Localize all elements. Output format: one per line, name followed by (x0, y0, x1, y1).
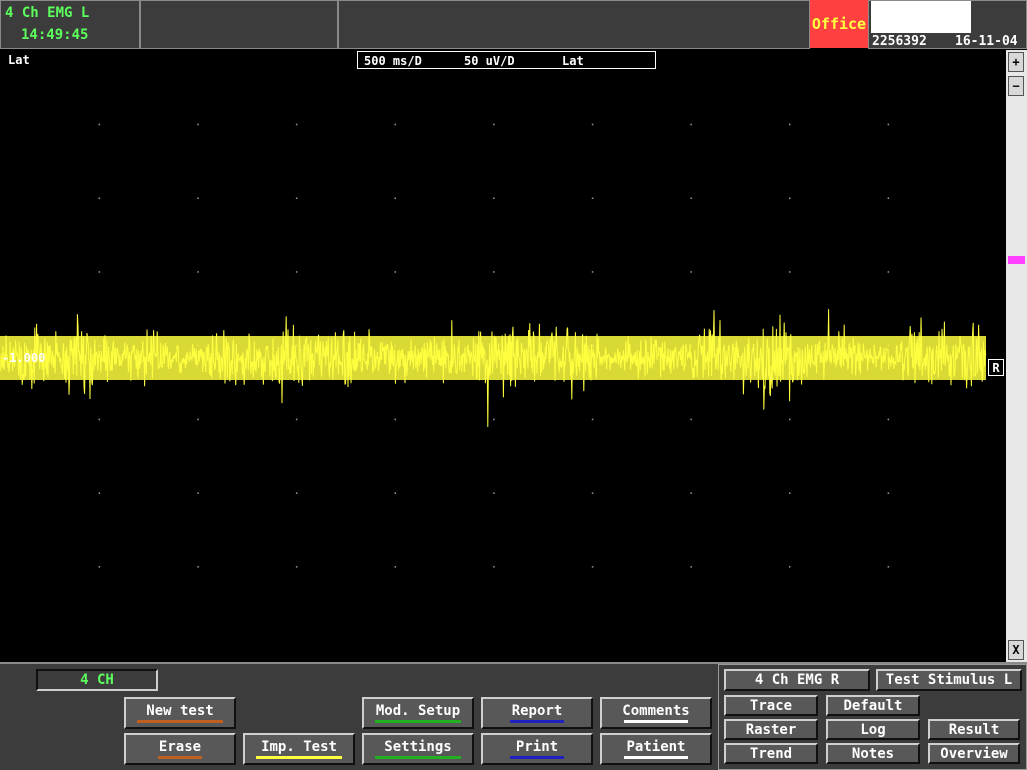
notes-label: Notes (851, 745, 895, 762)
raster-button[interactable]: Raster (724, 719, 818, 740)
reference-marker[interactable]: R (988, 359, 1004, 376)
trend-label: Trend (749, 745, 793, 762)
default-button[interactable]: Default (826, 695, 920, 716)
sweep-mode: Lat (562, 54, 584, 68)
patient-label: Patient (626, 739, 686, 755)
header-patient-cell: 2256392 16-11-04 (868, 0, 1027, 49)
new-test-button[interactable]: New test (124, 697, 236, 729)
new-test-underline (136, 720, 224, 723)
settings-label: Settings (384, 739, 452, 755)
trace-label: Trace (749, 697, 793, 714)
header-blank-cell-2 (338, 0, 810, 49)
result-label: Result (948, 721, 1000, 738)
mod-setup-underline (374, 720, 462, 723)
imp-test-underline (255, 756, 343, 759)
channel-selector[interactable]: 4 CH (36, 669, 158, 691)
erase-button[interactable]: Erase (124, 733, 236, 765)
sensitivity: 50 uV/D (464, 54, 515, 68)
mod-setup-button[interactable]: Mod. Setup (362, 697, 474, 729)
vertical-scrollbar[interactable]: + − X (1006, 50, 1027, 662)
channel-config-label: 4 Ch EMG R (754, 672, 840, 688)
program-name: 4 Ch EMG L (5, 5, 90, 21)
sweep-settings-box[interactable]: 500 ms/D 50 uV/D Lat (357, 51, 656, 69)
time-base: 500 ms/D (364, 54, 422, 68)
mod-setup-label: Mod. Setup (375, 703, 461, 719)
settings-underline (374, 756, 462, 759)
comments-button[interactable]: Comments (600, 697, 712, 729)
header-program-cell: 4 Ch EMG L 14:49:45 (0, 0, 140, 49)
print-label: Print (515, 739, 559, 755)
test-stimulus-label: Test Stimulus L (885, 672, 1013, 688)
trace-button[interactable]: Trace (724, 695, 818, 716)
comments-underline (623, 720, 689, 723)
default-label: Default (843, 697, 903, 714)
report-underline (510, 720, 564, 723)
imp-test-button[interactable]: Imp. Test (243, 733, 355, 765)
scroll-position-marker[interactable] (1008, 256, 1025, 264)
clock-time: 14:49:45 (21, 27, 89, 43)
emg-trace-area[interactable]: Lat 500 ms/D 50 uV/D Lat -1.000 R (0, 50, 1006, 662)
report-label: Report (511, 703, 563, 719)
test-stimulus-button[interactable]: Test Stimulus L (876, 669, 1022, 691)
emg-trace-svg (0, 123, 987, 568)
imp-test-label: Imp. Test (261, 739, 337, 755)
report-button[interactable]: Report (481, 697, 593, 729)
print-button[interactable]: Print (481, 733, 593, 765)
patient-photo-area (871, 1, 971, 33)
close-trace-button[interactable]: X (1008, 640, 1024, 660)
overview-button[interactable]: Overview (928, 743, 1020, 764)
channel-selector-label: 4 CH (80, 672, 114, 688)
erase-label: Erase (158, 739, 202, 755)
patient-underline (623, 756, 689, 759)
trend-button[interactable]: Trend (724, 743, 818, 764)
new-test-label: New test (146, 703, 214, 719)
notes-button[interactable]: Notes (826, 743, 920, 764)
zoom-in-button[interactable]: + (1008, 52, 1024, 72)
zoom-out-button[interactable]: − (1008, 76, 1024, 96)
plot-corner-label: Lat (8, 53, 30, 67)
patient-id: 2256392 (872, 34, 927, 49)
overview-label: Overview (940, 745, 1008, 762)
log-button[interactable]: Log (826, 719, 920, 740)
patient-button[interactable]: Patient (600, 733, 712, 765)
comments-label: Comments (622, 703, 690, 719)
result-button[interactable]: Result (928, 719, 1020, 740)
settings-button[interactable]: Settings (362, 733, 474, 765)
baseline-value-label: -1.000 (2, 351, 46, 365)
raster-label: Raster (745, 721, 797, 738)
exam-date: 16-11-04 (955, 34, 1018, 49)
print-underline (510, 756, 564, 759)
channel-config-button[interactable]: 4 Ch EMG R (724, 669, 870, 691)
erase-underline (158, 756, 202, 759)
log-label: Log (860, 721, 886, 738)
header-blank-cell-1 (140, 0, 338, 49)
location-badge: Office (810, 0, 868, 48)
